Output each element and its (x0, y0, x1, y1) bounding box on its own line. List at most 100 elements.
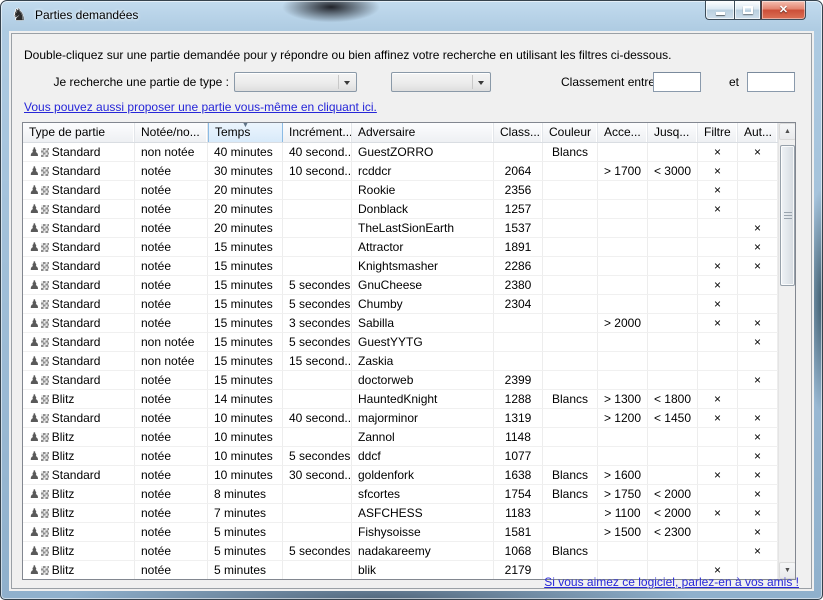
checkerboard-icon (41, 509, 49, 518)
pawn-icon: ♟ (29, 544, 40, 558)
cell-type: ♟Standard (23, 181, 135, 200)
cell-color: Blancs (543, 143, 598, 162)
table-row[interactable]: ♟Standardnon notée40 minutes40 second...… (23, 143, 778, 162)
column-header-rating[interactable]: Class... (494, 123, 543, 142)
cell-increment (283, 561, 352, 579)
table-row[interactable]: ♟Standardnotée15 minutes5 secondesGnuChe… (23, 276, 778, 295)
share-software-link[interactable]: Si vous aimez ce logiciel, parlez-en à v… (544, 575, 799, 589)
cell-filter: × (698, 143, 738, 162)
column-header-accept_max[interactable]: Jusq... (648, 123, 698, 142)
cell-filter (698, 352, 738, 371)
dropdown-separator (472, 75, 473, 89)
table-row[interactable]: ♟Blitznotée5 minutesFishysoisse1581> 150… (23, 523, 778, 542)
minimize-button[interactable] (705, 1, 734, 20)
cell-time: 15 minutes (208, 352, 283, 371)
cell-increment (283, 523, 352, 542)
rating-min-input[interactable] (653, 72, 701, 92)
cell-color (543, 295, 598, 314)
cell-color: Blancs (543, 542, 598, 561)
title-bar[interactable]: ♞ Parties demandées ✕ (1, 1, 822, 31)
checkerboard-icon (41, 547, 49, 556)
maximize-button[interactable] (734, 1, 761, 20)
column-header-color[interactable]: Couleur (543, 123, 598, 142)
table-row[interactable]: ♟Standardnotée10 minutes40 second...majo… (23, 409, 778, 428)
cell-opponent: Zaskia (352, 352, 494, 371)
cell-time: 10 minutes (208, 466, 283, 485)
cell-increment: 5 secondes (283, 542, 352, 561)
scroll-up-button[interactable]: ▲ (779, 123, 796, 140)
vertical-scrollbar[interactable]: ▲ ▼ (778, 123, 795, 579)
scrollbar-thumb[interactable] (780, 145, 795, 286)
cell-increment (283, 238, 352, 257)
table-row[interactable]: ♟Standardnotée10 minutes30 second...gold… (23, 466, 778, 485)
table-row[interactable]: ♟Standardnotée15 minutes3 secondesSabill… (23, 314, 778, 333)
column-header-time[interactable]: Temps▼ (208, 123, 283, 142)
cell-rated: notée (135, 466, 208, 485)
cell-filter: × (698, 314, 738, 333)
table-row[interactable]: ♟Blitznotée5 minutes5 secondesnadakareem… (23, 542, 778, 561)
table-row[interactable]: ♟Standardnotée15 minutesKnightsmasher228… (23, 257, 778, 276)
cell-opponent: Zannol (352, 428, 494, 447)
cell-opponent: GuestZORRO (352, 143, 494, 162)
rated-select[interactable] (391, 72, 491, 92)
checkerboard-icon (41, 243, 49, 252)
cell-accept_max: < 2000 (648, 504, 698, 523)
cell-time: 20 minutes (208, 200, 283, 219)
table-row[interactable]: ♟Standardnotée20 minutesRookie2356× (23, 181, 778, 200)
table-row[interactable]: ♟Standardnotée15 minutesAttractor1891× (23, 238, 778, 257)
column-header-rated[interactable]: Notée/no... (135, 123, 208, 142)
table-row[interactable]: ♟Blitznotée10 minutesZannol1148× (23, 428, 778, 447)
cell-time: 8 minutes (208, 485, 283, 504)
table-row[interactable]: ♟Blitznotée10 minutes5 secondesddcf1077× (23, 447, 778, 466)
column-header-filter[interactable]: Filtre (698, 123, 738, 142)
cell-rated: notée (135, 504, 208, 523)
table-row[interactable]: ♟Standardnotée15 minutes5 secondesChumby… (23, 295, 778, 314)
column-header-accept_min[interactable]: Acce... (598, 123, 648, 142)
pawn-icon: ♟ (29, 297, 40, 311)
chess-knight-app-icon: ♞ (12, 7, 30, 25)
cell-rated: notée (135, 276, 208, 295)
cell-other: × (738, 409, 778, 428)
table-row[interactable]: ♟Standardnon notée15 minutes5 secondesGu… (23, 333, 778, 352)
table-row[interactable]: ♟Standardnon notée15 minutes15 second...… (23, 352, 778, 371)
cell-filter: × (698, 295, 738, 314)
table-row[interactable]: ♟Standardnotée15 minutesdoctorweb2399× (23, 371, 778, 390)
cell-opponent: TheLastSionEarth (352, 219, 494, 238)
column-header-opponent[interactable]: Adversaire (352, 123, 494, 142)
cell-color (543, 333, 598, 352)
cell-rating: 1288 (494, 390, 543, 409)
table-row[interactable]: ♟Standardnotée20 minutesTheLastSionEarth… (23, 219, 778, 238)
cell-time: 40 minutes (208, 143, 283, 162)
rating-max-input[interactable] (747, 72, 795, 92)
cell-increment: 5 secondes (283, 295, 352, 314)
column-header-other[interactable]: Aut... (738, 123, 778, 142)
pawn-icon: ♟ (29, 278, 40, 292)
pawn-icon: ♟ (29, 240, 40, 254)
game-type-select[interactable] (234, 72, 357, 92)
cell-opponent: doctorweb (352, 371, 494, 390)
cell-other (738, 295, 778, 314)
table-row[interactable]: ♟Blitznotée8 minutessfcortes1754Blancs> … (23, 485, 778, 504)
column-header-type[interactable]: Type de partie (23, 123, 135, 142)
cell-type: ♟Standard (23, 219, 135, 238)
column-header-label: Adversaire (358, 125, 415, 139)
column-header-label: Incrément... (289, 125, 352, 139)
propose-game-link[interactable]: Vous pouvez aussi proposer une partie vo… (24, 100, 377, 114)
cell-rated: notée (135, 428, 208, 447)
table-row[interactable]: ♟Standardnotée30 minutes10 second...rcdd… (23, 162, 778, 181)
cell-type: ♟Blitz (23, 523, 135, 542)
close-button[interactable]: ✕ (761, 1, 806, 20)
cell-accept_max (648, 143, 698, 162)
cell-time: 20 minutes (208, 219, 283, 238)
cell-filter (698, 219, 738, 238)
cell-opponent: Chumby (352, 295, 494, 314)
content-panel: Double-cliquez sur une partie demandée p… (11, 33, 812, 589)
column-header-increment[interactable]: Incrément... (283, 123, 352, 142)
cell-time: 15 minutes (208, 333, 283, 352)
table-row[interactable]: ♟Standardnotée20 minutesDonblack1257× (23, 200, 778, 219)
table-row[interactable]: ♟Blitznotée14 minutesHauntedKnight1288Bl… (23, 390, 778, 409)
checkerboard-icon (41, 167, 49, 176)
pawn-icon: ♟ (29, 449, 40, 463)
checkerboard-icon (41, 262, 49, 271)
table-row[interactable]: ♟Blitznotée7 minutesASFCHESS1183> 1100< … (23, 504, 778, 523)
